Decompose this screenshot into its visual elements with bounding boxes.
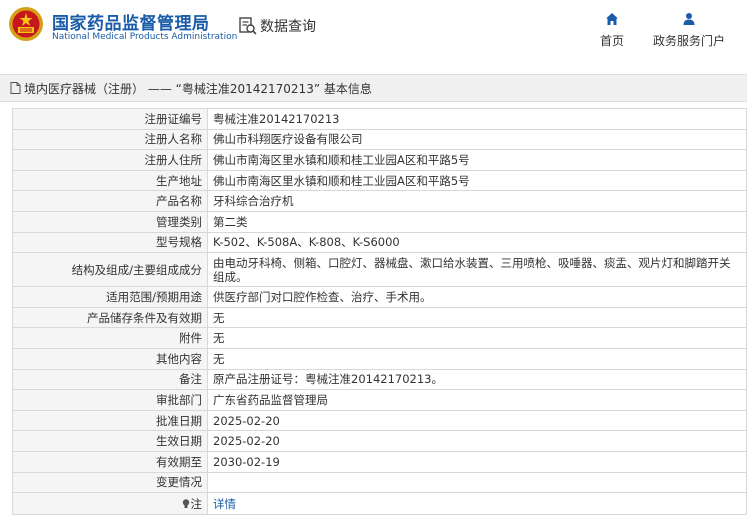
home-icon bbox=[606, 13, 618, 25]
registration-detail-table: 注册证编号 粤械注准20142170213 注册人名称 佛山市科翔医疗设备有限公司 … bbox=[12, 108, 747, 516]
field-label: 适用范围/预期用途 bbox=[12, 286, 208, 308]
field-label: 附件 bbox=[12, 327, 208, 349]
field-value: 粤械注准20142170213 bbox=[207, 108, 747, 130]
page-title-bar: 境内医疗器械（注册） —— “粤械注准20142170213” 基本信息 bbox=[0, 74, 747, 102]
field-label: 产品名称 bbox=[12, 190, 208, 212]
lightbulb-icon bbox=[182, 498, 189, 508]
table-row: 生效日期 2025-02-20 bbox=[12, 430, 747, 452]
note-label-cell: 注 bbox=[12, 492, 208, 516]
note-label: 注 bbox=[190, 496, 203, 511]
data-query-link[interactable]: 数据查询 bbox=[238, 16, 316, 36]
field-label: 注册证编号 bbox=[12, 108, 208, 130]
table-row: 生产地址 佛山市南海区里水镇和顺和桂工业园A区和平路5号 bbox=[12, 169, 747, 192]
field-label: 注册人住所 bbox=[12, 149, 208, 171]
site-header: 国家药品监督管理局 National Medical Products Admi… bbox=[0, 0, 747, 62]
table-row: 产品储存条件及有效期无 bbox=[12, 306, 747, 329]
table-row: 注册证编号 粤械注准20142170213 bbox=[12, 108, 747, 130]
field-value: 2025-02-20 bbox=[207, 409, 747, 432]
user-icon bbox=[683, 13, 695, 25]
page-title: 境内医疗器械（注册） —— “粤械注准20142170213” 基本信息 bbox=[24, 81, 372, 96]
table-row: 管理类别 第二类 bbox=[12, 210, 747, 233]
table-row: 有效期至 2030-02-19 bbox=[12, 450, 747, 473]
field-label: 批准日期 bbox=[12, 409, 208, 432]
field-label: 结构及组成/主要组成成分 bbox=[12, 252, 208, 288]
field-value bbox=[207, 471, 747, 494]
field-label: 审批部门 bbox=[12, 389, 208, 411]
field-value: 无 bbox=[207, 306, 747, 329]
table-row: 其他内容无 bbox=[12, 347, 747, 370]
field-label: 变更情况 bbox=[12, 471, 208, 494]
table-row: 变更情况 bbox=[12, 471, 747, 494]
nav-home[interactable]: 首页 bbox=[600, 12, 624, 49]
field-label: 有效期至 bbox=[12, 450, 208, 473]
table-row: 批准日期 2025-02-20 bbox=[12, 409, 747, 432]
field-label: 其他内容 bbox=[12, 347, 208, 370]
field-label: 备注 bbox=[12, 368, 208, 391]
nav-home-label: 首页 bbox=[600, 34, 625, 48]
field-label: 生产地址 bbox=[12, 169, 208, 192]
field-label: 生效日期 bbox=[12, 430, 208, 452]
nav-service-portal[interactable]: 政务服务门户 bbox=[653, 12, 725, 49]
nav-service-label: 政务服务门户 bbox=[653, 34, 726, 48]
table-row: 注册人住所 佛山市南海区里水镇和顺和桂工业园A区和平路5号 bbox=[12, 149, 747, 171]
brand-name-cn: 国家药品监督管理局 bbox=[52, 14, 210, 34]
field-value: 原产品注册证号：粤械注准20142170213。 bbox=[207, 368, 747, 391]
field-value: 无 bbox=[207, 347, 747, 370]
table-row: 型号规格 K-502、K-508A、K-808、K-S6000 bbox=[12, 231, 747, 254]
field-value: 广东省药品监督管理局 bbox=[207, 389, 747, 411]
field-value: 佛山市南海区里水镇和顺和桂工业园A区和平路5号 bbox=[207, 169, 747, 192]
details-link[interactable]: 详情 bbox=[213, 497, 236, 511]
note-value-cell: 详情 bbox=[207, 492, 747, 516]
document-icon bbox=[10, 82, 21, 94]
data-query-label: 数据查询 bbox=[260, 19, 316, 35]
field-label: 注册人名称 bbox=[12, 128, 208, 151]
table-row: 审批部门 广东省药品监督管理局 bbox=[12, 389, 747, 411]
national-emblem-icon bbox=[9, 7, 43, 41]
field-value: 2030-02-19 bbox=[207, 450, 747, 473]
table-row: 产品名称 牙科综合治疗机 bbox=[12, 190, 747, 212]
table-row: 适用范围/预期用途 供医疗部门对口腔作检查、治疗、手术用。 bbox=[12, 286, 747, 308]
field-value: 佛山市南海区里水镇和顺和桂工业园A区和平路5号 bbox=[207, 149, 747, 171]
field-label: 管理类别 bbox=[12, 210, 208, 233]
field-label: 产品储存条件及有效期 bbox=[12, 306, 208, 329]
field-value: 2025-02-20 bbox=[207, 430, 747, 452]
field-label: 型号规格 bbox=[12, 231, 208, 254]
table-row: 结构及组成/主要组成成分 由电动牙科椅、侧箱、口腔灯、器械盘、漱口给水装置、三用喷… bbox=[12, 252, 747, 288]
brand-name-en: National Medical Products Administration bbox=[52, 32, 238, 42]
table-row: 附件无 bbox=[12, 327, 747, 349]
note-row: 注 详情 bbox=[12, 492, 747, 516]
field-value: 牙科综合治疗机 bbox=[207, 190, 747, 212]
field-value: 佛山市科翔医疗设备有限公司 bbox=[207, 128, 747, 151]
table-row: 备注 原产品注册证号：粤械注准20142170213。 bbox=[12, 368, 747, 391]
table-row: 注册人名称 佛山市科翔医疗设备有限公司 bbox=[12, 128, 747, 151]
field-value: K-502、K-508A、K-808、K-S6000 bbox=[207, 231, 747, 254]
data-search-icon bbox=[239, 17, 257, 35]
field-value: 无 bbox=[207, 327, 747, 349]
field-value: 由电动牙科椅、侧箱、口腔灯、器械盘、漱口给水装置、三用喷枪、吸唾器、痰盂、观片灯… bbox=[207, 252, 747, 288]
field-value: 供医疗部门对口腔作检查、治疗、手术用。 bbox=[207, 286, 747, 308]
field-value: 第二类 bbox=[207, 210, 747, 233]
